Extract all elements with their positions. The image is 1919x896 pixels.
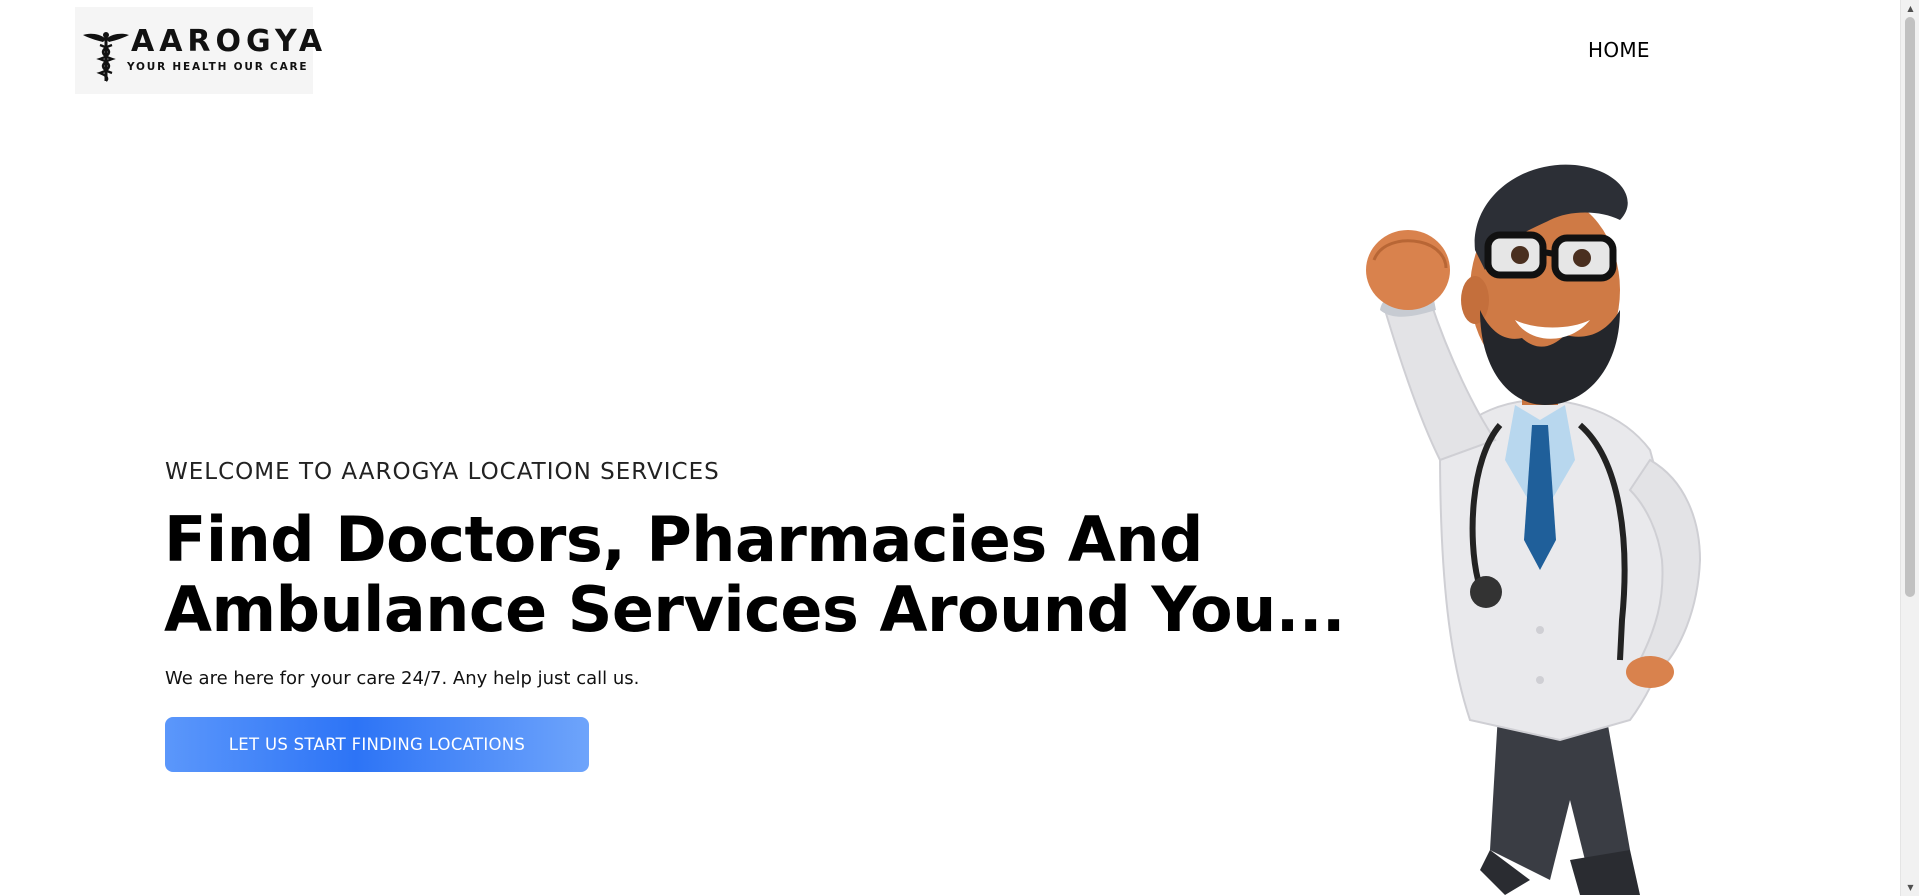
main-content: AAROGYA YOUR HEALTH OUR CARE HOME WELCOM…	[0, 0, 1900, 896]
hero-subtext: We are here for your care 24/7. Any help…	[165, 668, 640, 689]
page: AAROGYA YOUR HEALTH OUR CARE HOME WELCOM…	[0, 0, 1919, 896]
hero-eyebrow: WELCOME TO AAROGYA LOCATION SERVICES	[165, 459, 720, 485]
cartoon-doctor-flying-illustration	[1366, 164, 1702, 895]
nav-home-link[interactable]: HOME	[1588, 38, 1650, 62]
scrollbar-thumb[interactable]	[1905, 17, 1915, 597]
brand-tagline: YOUR HEALTH OUR CARE	[127, 61, 309, 73]
brand-logo[interactable]: AAROGYA YOUR HEALTH OUR CARE	[75, 7, 322, 94]
hero-headline: Find Doctors, Pharmacies And Ambulance S…	[164, 503, 1345, 646]
start-finding-locations-button[interactable]: LET US START FINDING LOCATIONS	[165, 717, 589, 772]
scroll-down-arrow-icon[interactable]: ▼	[1901, 879, 1919, 896]
hero-headline-line-1: Find Doctors, Pharmacies And	[164, 503, 1203, 576]
brand-name: AAROGYA	[131, 24, 328, 59]
page-scrollbar[interactable]: ▲ ▼	[1900, 0, 1919, 896]
hero-headline-line-2: Ambulance Services Around You...	[164, 573, 1345, 646]
scroll-up-arrow-icon[interactable]: ▲	[1901, 0, 1919, 17]
caduceus-icon	[83, 32, 129, 82]
